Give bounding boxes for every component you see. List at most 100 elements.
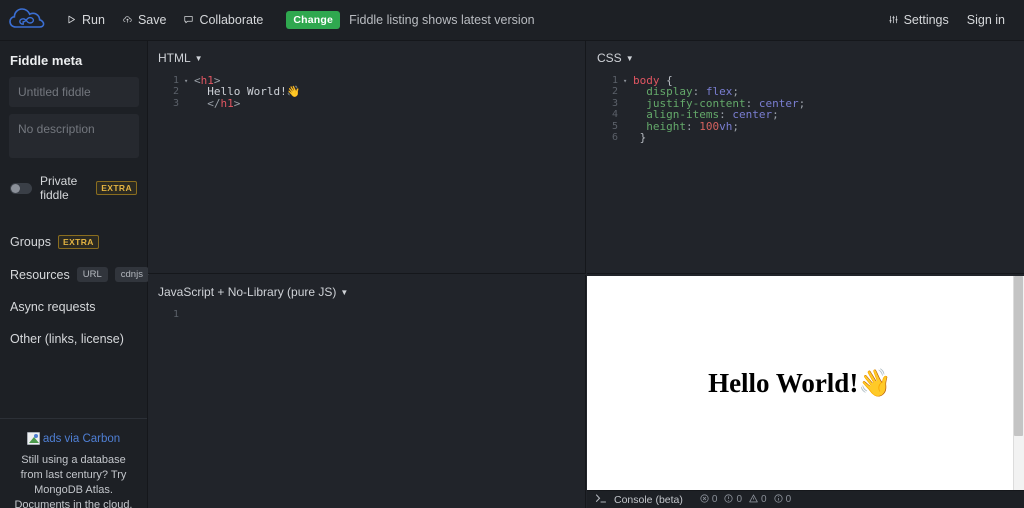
javascript-panel-title: JavaScript + No-Library (pure JS) bbox=[158, 285, 337, 299]
collaborate-label: Collaborate bbox=[199, 13, 264, 27]
resource-badge-url[interactable]: URL bbox=[76, 267, 108, 282]
javascript-code-area[interactable]: 1 bbox=[148, 301, 585, 320]
javascript-editor-panel: JavaScript + No-Library (pure JS) ▼ 1 bbox=[148, 275, 586, 508]
console-label: Console (beta) bbox=[614, 493, 683, 506]
code-line: 5 height: 100 vh; bbox=[587, 119, 1024, 133]
console-counter-value: 0 bbox=[761, 494, 767, 505]
html-panel-title: HTML bbox=[158, 51, 191, 65]
fiddle-title-input[interactable] bbox=[9, 77, 139, 107]
line-number: 1 bbox=[611, 75, 618, 86]
css-panel-header[interactable]: CSS ▼ bbox=[587, 41, 1024, 67]
fiddle-listing-note: Fiddle listing shows latest version bbox=[349, 13, 535, 27]
console-counter-info[interactable]: 0 bbox=[773, 493, 792, 506]
chevron-down-icon[interactable]: ▼ bbox=[626, 54, 634, 63]
top-toolbar: Run Save Collaborate Change Fiddle listi… bbox=[0, 0, 1024, 41]
sidebar-item-async-requests[interactable]: Async requests bbox=[0, 291, 147, 323]
line-number: 1 bbox=[172, 309, 179, 320]
code-token: : bbox=[685, 119, 700, 133]
sidebar-item-label: Other (links, license) bbox=[10, 332, 124, 346]
line-number: 3 bbox=[611, 97, 618, 109]
error-circle-icon bbox=[700, 493, 709, 506]
code-token: h1 bbox=[220, 96, 234, 110]
extra-badge: EXTRA bbox=[96, 181, 137, 195]
console-counter-value: 0 bbox=[785, 494, 792, 505]
console-counter-alerts[interactable]: 0 bbox=[724, 493, 742, 506]
console-counter-warnings[interactable]: 0 bbox=[749, 493, 767, 506]
carbon-ad-header[interactable]: ads via Carbon bbox=[10, 432, 137, 445]
sidebar-item-groups[interactable]: Groups EXTRA bbox=[0, 226, 147, 258]
play-icon bbox=[67, 13, 76, 27]
html-editor-panel: HTML ▼ 1 ▾ < h1 >2 Hello World!👋 3 </h1 > bbox=[148, 41, 586, 274]
fold-arrow-icon[interactable]: ▾ bbox=[184, 75, 194, 87]
code-token: : bbox=[719, 108, 733, 122]
code-line: 6 } bbox=[587, 131, 1024, 144]
fold-arrow-icon[interactable]: ▾ bbox=[623, 75, 633, 87]
change-badge[interactable]: Change bbox=[286, 11, 341, 29]
save-label: Save bbox=[137, 13, 167, 27]
fiddle-description-input[interactable] bbox=[9, 114, 139, 158]
line-number: 4 bbox=[611, 109, 618, 121]
result-scrollbar-thumb[interactable] bbox=[1014, 276, 1023, 436]
console-counter-value: 0 bbox=[711, 494, 718, 505]
save-button[interactable]: Save bbox=[114, 7, 176, 33]
css-panel-title: CSS bbox=[597, 51, 622, 65]
html-panel-header[interactable]: HTML ▼ bbox=[148, 41, 585, 67]
code-token: ; bbox=[798, 96, 806, 110]
sliders-icon bbox=[889, 13, 898, 27]
collaborate-button[interactable]: Collaborate bbox=[175, 7, 272, 33]
line-number: 3 bbox=[172, 97, 179, 109]
sidebar-item-resources[interactable]: Resources URL cdnjs bbox=[0, 258, 149, 291]
chevron-down-icon[interactable]: ▼ bbox=[340, 288, 348, 297]
result-preview-frame[interactable]: Hello World!👋 bbox=[587, 276, 1024, 490]
html-code-area[interactable]: 1 ▾ < h1 >2 Hello World!👋 3 </h1 > bbox=[148, 67, 585, 110]
jsfiddle-logo[interactable] bbox=[8, 5, 46, 35]
result-heading: Hello World!👋 bbox=[708, 368, 892, 398]
broken-image-icon bbox=[26, 432, 40, 445]
carbon-ad-text[interactable]: Still using a database from last century… bbox=[10, 453, 137, 508]
line-number: 2 bbox=[172, 86, 179, 98]
code-line: 1 bbox=[148, 309, 585, 320]
chevron-down-icon[interactable]: ▼ bbox=[195, 54, 203, 63]
code-token: align-items bbox=[633, 108, 720, 122]
jsfiddle-app: Run Save Collaborate Change Fiddle listi… bbox=[0, 0, 1024, 508]
settings-button[interactable]: Settings bbox=[880, 7, 958, 33]
line-number: 1 bbox=[172, 75, 179, 86]
private-fiddle-label: Private fiddle bbox=[40, 174, 78, 202]
save-cloud-upload-icon bbox=[123, 13, 132, 27]
sidebar-item-label: Groups bbox=[10, 235, 51, 249]
console-counter-errors[interactable]: 0 bbox=[700, 493, 718, 506]
code-token: 100 bbox=[699, 119, 720, 133]
line-number: 5 bbox=[611, 120, 618, 132]
sidebar-item-other[interactable]: Other (links, license) bbox=[0, 323, 147, 355]
console-bar[interactable]: Console (beta) 0 0 0 0 bbox=[587, 490, 1024, 508]
resource-badge-cdnjs[interactable]: cdnjs bbox=[114, 267, 149, 282]
result-scrollbar[interactable] bbox=[1013, 276, 1024, 490]
sign-in-button[interactable]: Sign in bbox=[958, 7, 1014, 33]
line-number: 2 bbox=[611, 86, 618, 98]
carbon-ad-link[interactable]: ads via Carbon bbox=[43, 433, 120, 445]
fiddle-meta-sidebar: Fiddle meta Private fiddle EXTRA Groups … bbox=[0, 41, 149, 508]
javascript-panel-header[interactable]: JavaScript + No-Library (pure JS) ▼ bbox=[148, 275, 585, 301]
sidebar-item-label: Resources bbox=[10, 267, 70, 282]
info-circle-icon bbox=[773, 493, 783, 506]
toolbar-right: Settings Sign in bbox=[880, 7, 1014, 33]
result-content: Hello World!👋 bbox=[587, 276, 1024, 490]
run-button[interactable]: Run bbox=[58, 7, 114, 33]
code-line: 4 align-items: center; bbox=[587, 108, 1024, 122]
sidebar-title: Fiddle meta bbox=[10, 53, 83, 68]
code-token: > bbox=[233, 96, 241, 110]
chat-bubble-icon bbox=[184, 13, 194, 27]
private-fiddle-toggle-row[interactable]: Private fiddle EXTRA bbox=[0, 165, 147, 208]
sign-in-label: Sign in bbox=[966, 13, 1005, 27]
warning-triangle-icon bbox=[749, 493, 758, 506]
code-token: </ bbox=[194, 96, 221, 110]
run-label: Run bbox=[82, 13, 105, 27]
private-fiddle-toggle[interactable] bbox=[10, 182, 32, 194]
code-line: 3 </h1 > bbox=[148, 96, 585, 110]
line-number: 6 bbox=[611, 131, 618, 143]
settings-label: Settings bbox=[903, 13, 949, 27]
css-code-area[interactable]: 1 ▾ body {2 display: flex; 3 justify-conten… bbox=[587, 67, 1024, 144]
code-token: ; bbox=[772, 108, 779, 122]
toolbar-actions: Run Save Collaborate Change Fiddle listi… bbox=[58, 7, 535, 33]
console-counter-value: 0 bbox=[736, 494, 742, 505]
